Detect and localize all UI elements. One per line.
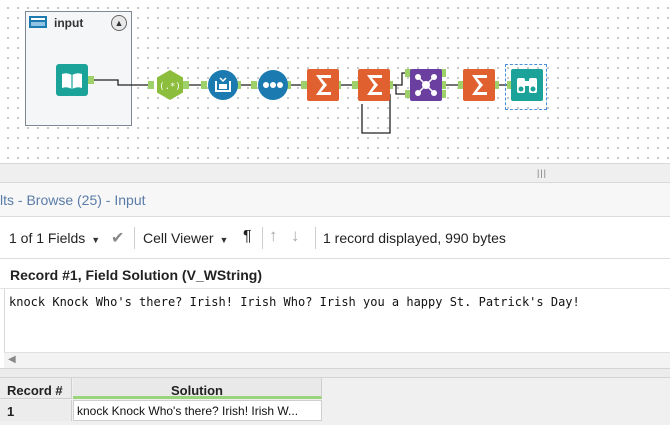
svg-text:(.*): (.*) [159,82,181,92]
caret-down-icon: ▼ [91,235,101,245]
pane-splitter[interactable]: ||| [0,163,670,183]
row-number[interactable]: 1 [0,400,72,421]
toolbar-separator [134,227,135,249]
book-icon[interactable] [56,64,88,96]
results-table[interactable]: Record # Solution 1 knock Knock Who's th… [0,378,670,425]
results-title-bar: lts - Browse (25) - Input [0,183,670,217]
binoculars-icon[interactable] [511,69,543,101]
record-header: Record #1, Field Solution (V_WString) [0,259,670,289]
paragraph-toggle[interactable]: ¶ [243,228,252,246]
scroll-left-icon[interactable]: ◀ [8,354,16,365]
arrow-down-icon[interactable]: ↓ [291,226,300,246]
fields-label: 1 of 1 Fields [9,230,86,246]
regex-icon[interactable]: (.*) [154,69,186,101]
results-title: lts - Browse (25) - Input [0,192,146,208]
checkmark-icon[interactable]: ✔ [111,228,124,248]
pane-divider[interactable] [0,368,670,378]
record-header-text: Record #1, Field Solution (V_WString) [10,267,263,283]
grip-icon[interactable]: ||| [537,168,547,178]
sigma-icon[interactable] [307,69,339,101]
multi-row-icon[interactable] [207,69,239,101]
table-cell-solution[interactable]: knock Knock Who's there? Irish! Irish W.… [73,400,322,421]
column-header-solution[interactable]: Solution [73,378,322,399]
cell-viewer[interactable]: knock Knock Who's there? Irish! Irish Wh… [4,289,670,352]
join-icon[interactable] [410,69,442,101]
caret-down-icon: ▼ [219,235,229,245]
cell-value: knock Knock Who's there? Irish! Irish Wh… [9,295,580,309]
sigma-icon[interactable] [463,69,495,101]
toolbar-separator [315,227,316,249]
toolbar-separator [262,227,263,249]
column-header-record[interactable]: Record # [0,378,72,399]
cell-viewer-dropdown[interactable]: Cell Viewer ▼ [143,230,228,246]
workflow-canvas[interactable]: input ▲ (.*) [0,0,670,163]
arrow-up-icon[interactable]: ↑ [269,226,278,246]
fields-dropdown[interactable]: 1 of 1 Fields ▼ [9,230,100,246]
sigma-icon[interactable] [358,69,390,101]
viewer-label: Cell Viewer [143,230,214,246]
sample-icon[interactable] [257,69,289,101]
results-toolbar: 1 of 1 Fields ▼ ✔ Cell Viewer ▼ ¶ ↑ ↓ 1 re… [0,217,670,259]
status-text: 1 record displayed, 990 bytes [323,230,506,246]
horizontal-scrollbar[interactable]: ◀ [4,352,670,368]
